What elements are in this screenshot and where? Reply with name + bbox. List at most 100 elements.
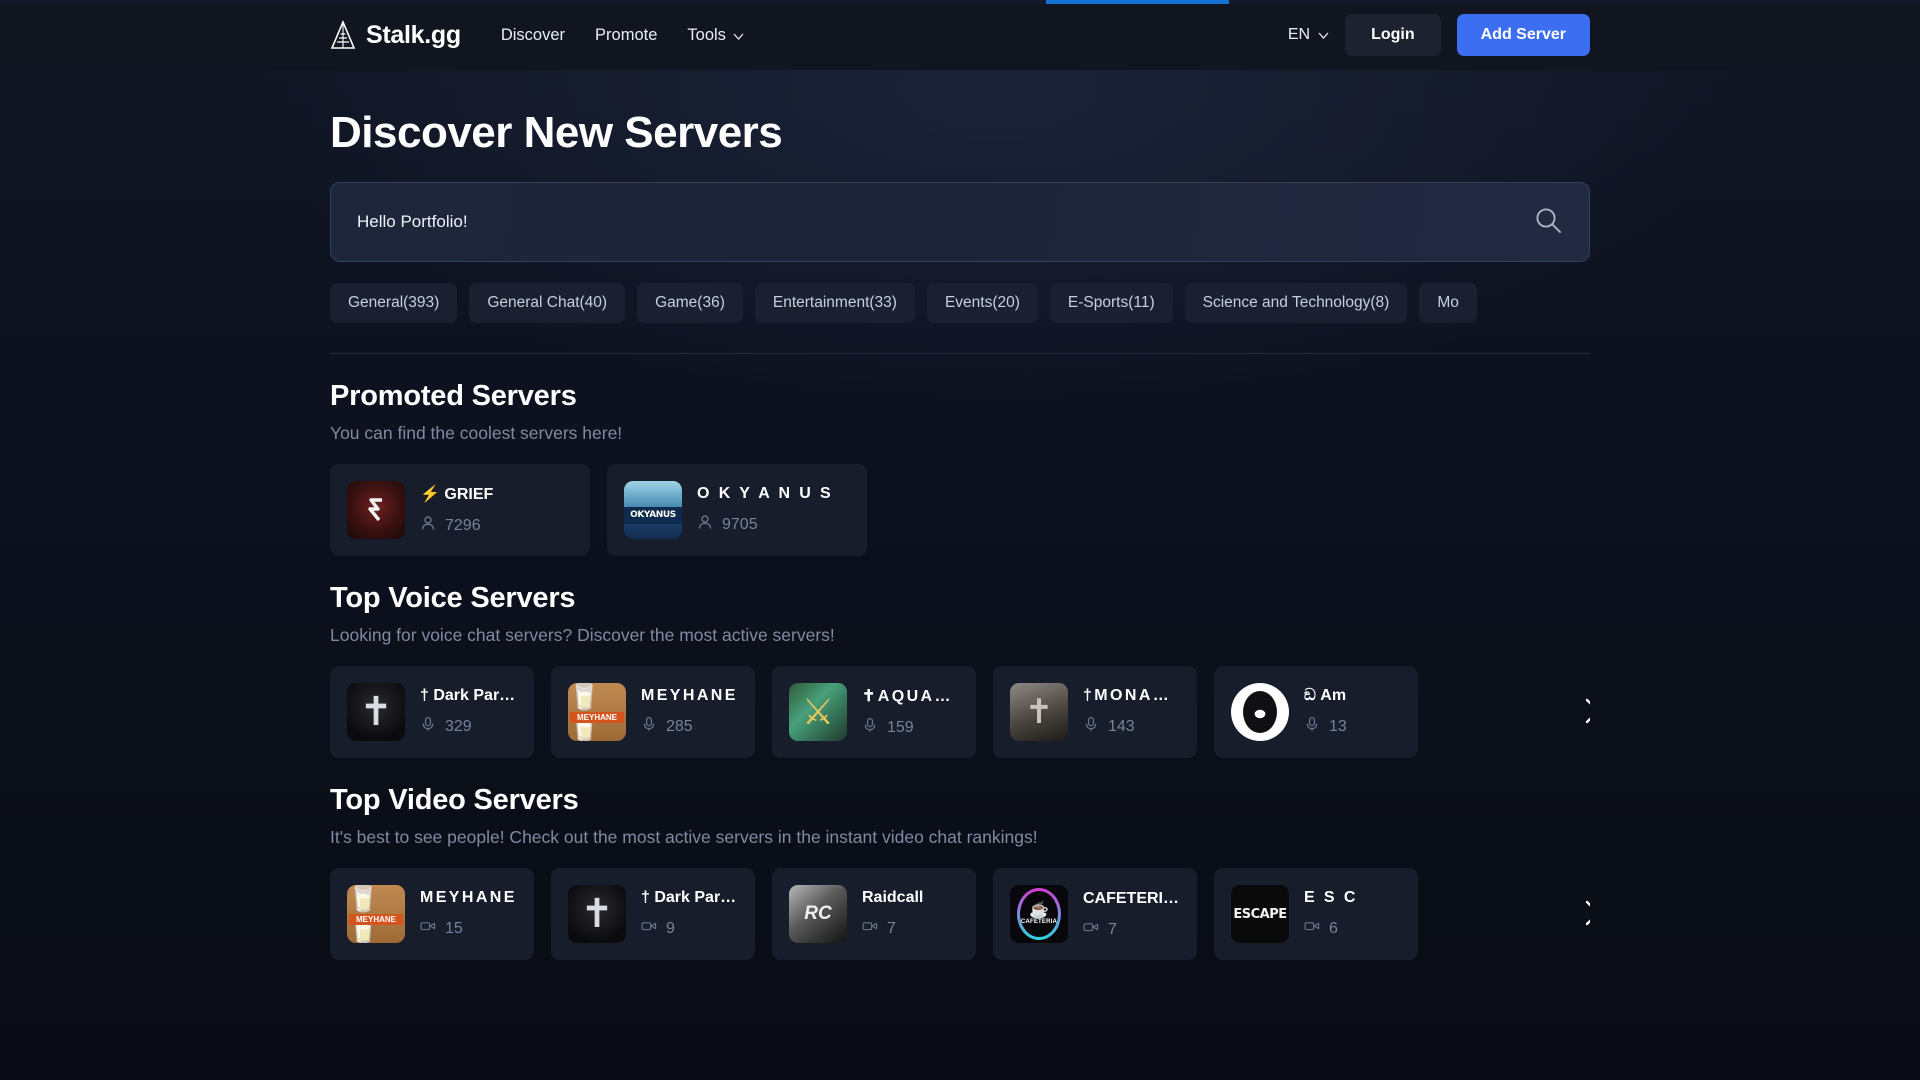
category-chip-general-chat[interactable]: General Chat(40) xyxy=(469,283,626,323)
microphone-icon xyxy=(1304,716,1320,737)
category-chip-science-and-technology[interactable]: Science and Technology(8) xyxy=(1184,283,1408,323)
count-value: 15 xyxy=(445,919,463,937)
add-server-button[interactable]: Add Server xyxy=(1456,14,1590,56)
server-thumbnail: ✝ xyxy=(347,683,405,741)
page-loading-bar xyxy=(0,0,1920,4)
server-card[interactable]: 🥛🥛 MEYHANE MEYHANE 15 xyxy=(330,868,534,960)
section-title: Top Video Servers xyxy=(330,784,579,816)
server-thumbnail xyxy=(1231,683,1289,741)
brand-logo-link[interactable]: Stalk.gg xyxy=(330,20,461,50)
server-name: † Dark Paradise … xyxy=(641,889,738,906)
top-voice-servers-section: Top Voice Servers Looking for voice chat… xyxy=(330,582,1590,758)
count-value: 7 xyxy=(887,919,896,937)
top-video-servers-section: Top Video Servers It's best to see peopl… xyxy=(330,784,1590,960)
server-thumbnail: ESCAPE xyxy=(1231,885,1289,943)
server-member-count: 9705 xyxy=(697,514,833,535)
nav-item-tools[interactable]: Tools xyxy=(687,26,744,45)
server-voice-count: 285 xyxy=(641,716,738,737)
server-thumbnail: OKYANUS xyxy=(624,481,682,539)
server-video-count: 6 xyxy=(1304,918,1358,939)
member-icon xyxy=(697,514,713,535)
category-chip-list: General(393) General Chat(40) Game(36) E… xyxy=(330,283,1590,323)
search-bar[interactable] xyxy=(330,182,1590,262)
nav-label: Tools xyxy=(687,25,726,44)
server-member-count: 7296 xyxy=(420,515,493,536)
promoted-servers-section: Promoted Servers You can find the cooles… xyxy=(330,380,1590,556)
section-title: Promoted Servers xyxy=(330,380,577,412)
chevron-right-icon xyxy=(1581,898,1590,931)
server-video-count: 9 xyxy=(641,918,738,939)
microphone-icon xyxy=(641,716,657,737)
server-card[interactable]: ☕CAFETERIA CAFETERIA ☕ 7 xyxy=(993,868,1197,960)
triangle-cone-icon xyxy=(330,20,356,50)
server-thumbnail: RC xyxy=(789,885,847,943)
server-thumbnail xyxy=(347,481,405,539)
microphone-icon xyxy=(862,717,878,738)
server-card[interactable]: ⚔ ✝AQUALITY 159 xyxy=(772,666,976,758)
count-value: 159 xyxy=(887,718,914,736)
server-card[interactable]: ඞ Am 13 xyxy=(1214,666,1418,758)
category-chip-general[interactable]: General(393) xyxy=(330,283,458,323)
search-icon[interactable] xyxy=(1533,205,1563,240)
count-value: 9 xyxy=(666,919,675,937)
voice-next-button[interactable] xyxy=(1570,666,1590,758)
main-navigation: Discover Promote Tools xyxy=(501,26,744,45)
chevron-down-icon xyxy=(733,26,744,45)
nav-label: Promote xyxy=(595,25,658,44)
video-next-button[interactable] xyxy=(1570,868,1590,960)
server-name: ඞ Am xyxy=(1304,687,1347,704)
count-value: 285 xyxy=(666,717,693,735)
server-name: CAFETERIA ☕ xyxy=(1083,890,1180,907)
page-title: Discover New Servers xyxy=(330,108,783,157)
server-name: ✝AQUALITY xyxy=(862,688,959,705)
promoted-server-list: ⚡ GRIEF 7296 OKYANUS O K Y A N U S 9705 xyxy=(330,464,1590,556)
count-value: 6 xyxy=(1329,919,1338,937)
server-voice-count: 329 xyxy=(420,716,517,737)
server-thumbnail: ✝ xyxy=(568,885,626,943)
voice-server-list: ✝ † Dark Paradise … 329 🥛🥛MEYHANE MEYHAN… xyxy=(330,666,1590,758)
chevron-down-icon xyxy=(1318,26,1329,44)
search-input[interactable] xyxy=(357,183,1533,261)
language-label: EN xyxy=(1287,26,1311,43)
server-thumbnail: ✝ xyxy=(1010,683,1068,741)
server-name: † Dark Paradise … xyxy=(420,687,517,704)
server-card[interactable]: ESCAPE E S C 6 xyxy=(1214,868,1418,960)
server-video-count: 15 xyxy=(420,918,517,939)
language-selector[interactable]: EN xyxy=(1288,26,1329,44)
section-title: Top Voice Servers xyxy=(330,582,576,614)
server-voice-count: 159 xyxy=(862,717,959,738)
server-card[interactable]: ✝ † Dark Paradise … 9 xyxy=(551,868,755,960)
server-thumbnail: 🥛🥛 MEYHANE xyxy=(568,683,626,741)
server-name: E S C xyxy=(1304,889,1358,906)
count-value: 9705 xyxy=(722,515,758,533)
section-subtitle: Looking for voice chat servers? Discover… xyxy=(330,625,835,645)
nav-item-promote[interactable]: Promote xyxy=(595,26,657,45)
category-chip-game[interactable]: Game(36) xyxy=(637,283,743,323)
video-camera-icon xyxy=(1083,919,1099,940)
video-camera-icon xyxy=(420,918,436,939)
count-value: 7296 xyxy=(445,516,481,534)
section-divider xyxy=(330,353,1590,354)
nav-label: Discover xyxy=(500,25,566,44)
server-thumbnail: ☕ CAFETERIA xyxy=(1010,885,1068,943)
category-chip-esports[interactable]: E-Sports(11) xyxy=(1049,283,1173,323)
category-chip-events[interactable]: Events(20) xyxy=(926,283,1038,323)
category-chip-more[interactable]: Mo xyxy=(1419,283,1477,323)
count-value: 329 xyxy=(445,717,472,735)
count-value: 13 xyxy=(1329,717,1347,735)
server-name: Raidcall xyxy=(862,889,924,906)
server-card[interactable]: OKYANUS O K Y A N U S 9705 xyxy=(607,464,867,556)
server-card[interactable]: RC Raidcall 7 xyxy=(772,868,976,960)
server-video-count: 7 xyxy=(1083,919,1180,940)
server-card[interactable]: ⚡ GRIEF 7296 xyxy=(330,464,590,556)
server-name: MEYHANE xyxy=(641,687,738,704)
server-card[interactable]: 🥛🥛 MEYHANE MEYHANE 285 xyxy=(551,666,755,758)
nav-item-discover[interactable]: Discover xyxy=(501,26,565,45)
server-card[interactable]: ✝ † Dark Paradise … 329 xyxy=(330,666,534,758)
category-chip-entertainment[interactable]: Entertainment(33) xyxy=(754,283,915,323)
microphone-icon xyxy=(1083,716,1099,737)
server-name: ⚡ GRIEF xyxy=(420,486,494,503)
server-name: MEYHANE xyxy=(420,889,517,906)
login-button[interactable]: Login xyxy=(1345,14,1441,56)
server-card[interactable]: ✝ †MONARCH 143 xyxy=(993,666,1197,758)
